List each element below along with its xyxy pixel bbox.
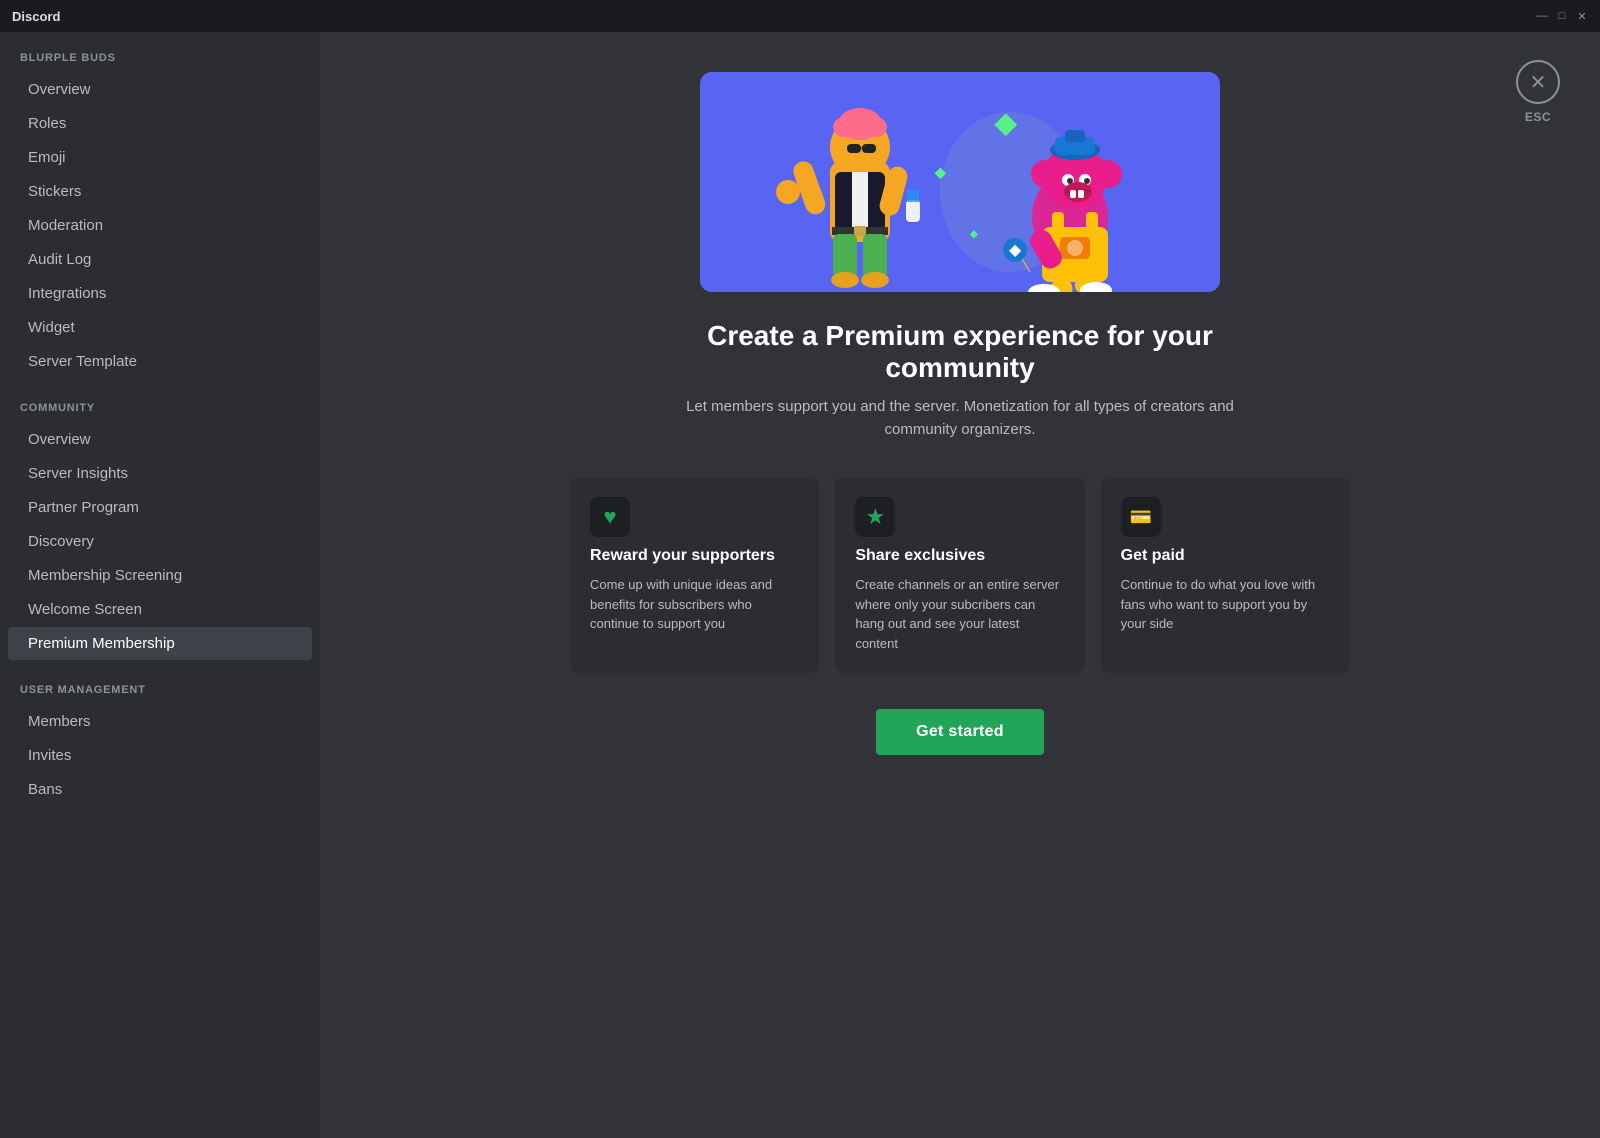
community-section-label: COMMUNITY bbox=[0, 402, 320, 422]
main-content: ✕ ESC bbox=[320, 32, 1600, 1138]
close-button[interactable]: ✕ bbox=[1516, 60, 1560, 104]
svg-text:◆: ◆ bbox=[1009, 242, 1022, 259]
sidebar-section-server: BLURPLE BUDS Overview Roles Emoji Sticke… bbox=[0, 52, 320, 378]
sidebar-item-server-insights[interactable]: Server Insights bbox=[8, 457, 312, 490]
window-controls[interactable]: — □ ✕ bbox=[1536, 10, 1588, 22]
feature-cards: ♥ Reward your supporters Come up with un… bbox=[570, 477, 1350, 673]
esc-label: ESC bbox=[1525, 110, 1551, 124]
sidebar-item-integrations[interactable]: Integrations bbox=[8, 277, 312, 310]
sidebar-item-overview-1[interactable]: Overview bbox=[8, 73, 312, 106]
close-window-button[interactable]: ✕ bbox=[1576, 10, 1588, 22]
sidebar-item-emoji[interactable]: Emoji bbox=[8, 141, 312, 174]
sidebar-section-user-management: USER MANAGEMENT Members Invites Bans bbox=[0, 684, 320, 806]
exclusives-icon: ★ bbox=[855, 497, 895, 537]
close-button-container[interactable]: ✕ ESC bbox=[1516, 60, 1560, 124]
svg-text:◆: ◆ bbox=[934, 164, 947, 180]
sidebar-item-community-overview[interactable]: Overview bbox=[8, 423, 312, 456]
sidebar-section-community: COMMUNITY Overview Server Insights Partn… bbox=[0, 402, 320, 660]
close-icon: ✕ bbox=[1530, 70, 1547, 95]
sidebar-item-moderation[interactable]: Moderation bbox=[8, 209, 312, 242]
user-management-section-label: USER MANAGEMENT bbox=[0, 684, 320, 704]
hero-image: ◆ ◆ ◆ bbox=[700, 72, 1220, 292]
sidebar-item-premium-membership[interactable]: Premium Membership bbox=[8, 627, 312, 660]
sidebar-item-widget[interactable]: Widget bbox=[8, 311, 312, 344]
sidebar-item-partner-program[interactable]: Partner Program bbox=[8, 491, 312, 524]
svg-text:◆: ◆ bbox=[969, 229, 978, 240]
feature-card-get-paid: 💳 Get paid Continue to do what you love … bbox=[1101, 477, 1350, 673]
svg-text:◆: ◆ bbox=[994, 107, 1018, 138]
sidebar-item-stickers[interactable]: Stickers bbox=[8, 175, 312, 208]
sidebar-item-audit-log[interactable]: Audit Log bbox=[8, 243, 312, 276]
reward-icon: ♥ bbox=[590, 497, 630, 537]
app-body: BLURPLE BUDS Overview Roles Emoji Sticke… bbox=[0, 32, 1600, 1138]
get-started-button[interactable]: Get started bbox=[876, 709, 1044, 755]
sidebar-item-membership-screening[interactable]: Membership Screening bbox=[8, 559, 312, 592]
app-title: Discord bbox=[12, 9, 60, 24]
sidebar-item-server-template[interactable]: Server Template bbox=[8, 345, 312, 378]
sidebar-item-bans[interactable]: Bans bbox=[8, 773, 312, 806]
titlebar: Discord — □ ✕ bbox=[0, 0, 1600, 32]
sidebar-item-discovery[interactable]: Discovery bbox=[8, 525, 312, 558]
sidebar-item-roles[interactable]: Roles bbox=[8, 107, 312, 140]
get-paid-desc: Continue to do what you love with fans w… bbox=[1121, 575, 1330, 634]
feature-card-exclusives: ★ Share exclusives Create channels or an… bbox=[835, 477, 1084, 673]
server-name-label: BLURPLE BUDS bbox=[0, 52, 320, 72]
hero-illustration: ◆ ◆ ◆ bbox=[700, 72, 1220, 292]
exclusives-desc: Create channels or an entire server wher… bbox=[855, 575, 1064, 653]
get-paid-icon: 💳 bbox=[1121, 497, 1161, 537]
exclusives-title: Share exclusives bbox=[855, 547, 1064, 565]
sidebar-item-members[interactable]: Members bbox=[8, 705, 312, 738]
minimize-button[interactable]: — bbox=[1536, 10, 1548, 22]
hero-subtitle: Let members support you and the server. … bbox=[670, 396, 1250, 441]
sidebar-item-invites[interactable]: Invites bbox=[8, 739, 312, 772]
sidebar: BLURPLE BUDS Overview Roles Emoji Sticke… bbox=[0, 32, 320, 1138]
reward-title: Reward your supporters bbox=[590, 547, 799, 565]
feature-card-reward: ♥ Reward your supporters Come up with un… bbox=[570, 477, 819, 673]
maximize-button[interactable]: □ bbox=[1556, 10, 1568, 22]
get-paid-title: Get paid bbox=[1121, 547, 1330, 565]
hero-title: Create a Premium experience for your com… bbox=[660, 320, 1260, 384]
sidebar-item-welcome-screen[interactable]: Welcome Screen bbox=[8, 593, 312, 626]
reward-desc: Come up with unique ideas and benefits f… bbox=[590, 575, 799, 634]
